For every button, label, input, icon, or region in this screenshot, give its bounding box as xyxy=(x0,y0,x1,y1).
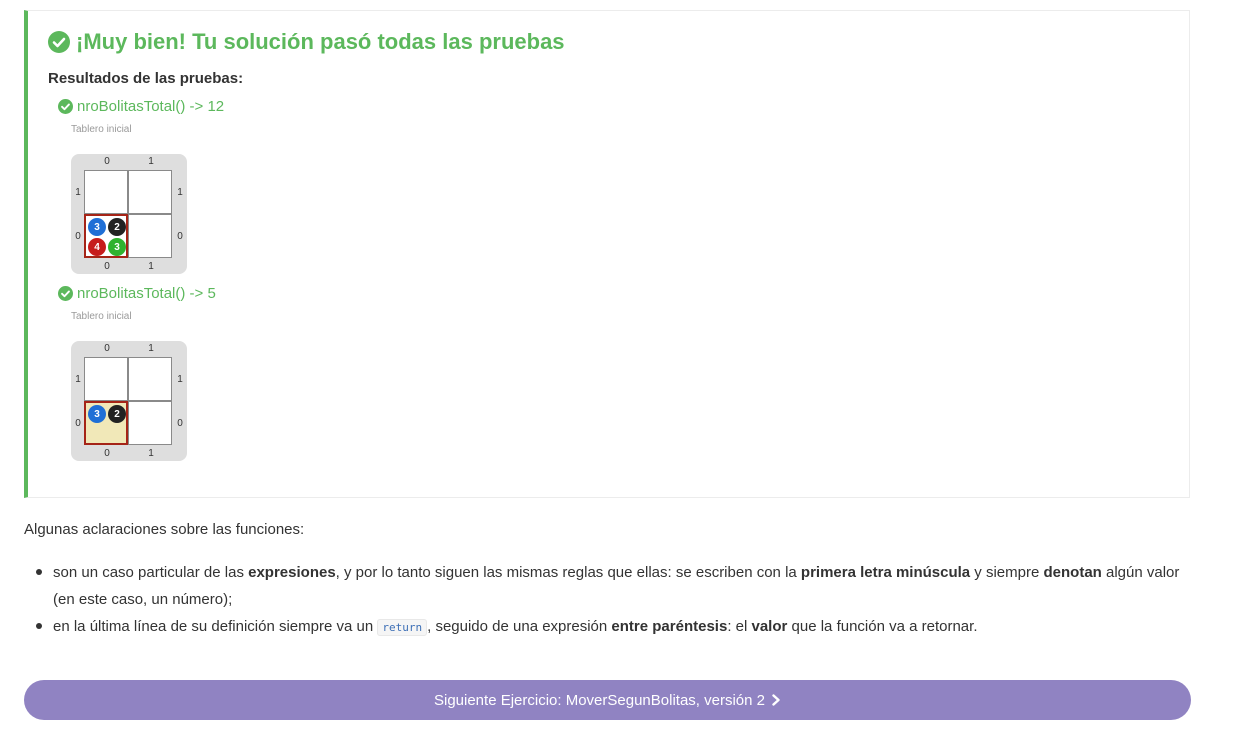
test-result-2: nroBolitasTotal() -> 5 Tablero inicial 0… xyxy=(58,283,216,461)
column-label: 0 xyxy=(104,261,110,272)
test-header: nroBolitasTotal() -> 5 xyxy=(58,283,216,303)
column-label: 0 xyxy=(104,448,110,459)
board-cell xyxy=(128,401,172,445)
note-bold: valor xyxy=(751,618,788,635)
note-text: : el xyxy=(727,618,752,635)
board-grid: 3 2 xyxy=(84,357,172,445)
head-cell: 3 2 xyxy=(84,401,128,445)
note-bold: expresiones xyxy=(248,564,336,581)
column-label: 1 xyxy=(148,448,154,459)
head-cell: 3 2 4 3 xyxy=(84,214,128,258)
red-ball: 4 xyxy=(88,238,106,256)
board-caption: Tablero inicial xyxy=(71,311,132,322)
column-label: 0 xyxy=(104,156,110,167)
test-label: nroBolitasTotal() -> 5 xyxy=(77,284,216,302)
row-label: 0 xyxy=(75,231,81,242)
note-text: que la función va a retornar. xyxy=(787,618,978,635)
next-exercise-label: Siguiente Ejercicio: MoverSegunBolitas, … xyxy=(433,691,765,709)
board-cell xyxy=(128,357,172,401)
success-title-text: ¡Muy bien! Tu solución pasó todas las pr… xyxy=(76,29,565,54)
note-text: son un caso particular de las xyxy=(53,564,249,581)
test-result-1: nroBolitasTotal() -> 12 Tablero inicial … xyxy=(58,96,224,274)
note-bold: denotan xyxy=(1043,564,1102,581)
column-label: 0 xyxy=(104,343,110,354)
chevron-right-icon xyxy=(772,694,780,706)
note-bold: entre paréntesis xyxy=(611,618,728,635)
notes-list: son un caso particular de las expresione… xyxy=(24,559,1194,641)
blue-ball: 3 xyxy=(88,405,106,423)
board-cell xyxy=(84,170,128,214)
black-ball: 2 xyxy=(108,405,126,423)
row-label: 0 xyxy=(177,418,183,429)
column-label: 1 xyxy=(148,156,154,167)
success-title: ¡Muy bien! Tu solución pasó todas las pr… xyxy=(48,29,565,55)
column-label: 1 xyxy=(148,343,154,354)
test-results-panel: ¡Muy bien! Tu solución pasó todas las pr… xyxy=(24,10,1190,498)
check-circle-icon xyxy=(58,285,73,301)
blue-ball: 3 xyxy=(88,218,106,236)
board-grid: 3 2 4 3 xyxy=(84,170,172,258)
results-label: Resultados de las pruebas: xyxy=(48,70,244,87)
board-cell xyxy=(128,170,172,214)
board-cell xyxy=(84,357,128,401)
check-circle-icon xyxy=(48,31,70,53)
row-label: 0 xyxy=(75,418,81,429)
row-label: 1 xyxy=(75,374,81,385)
black-ball: 2 xyxy=(108,218,126,236)
row-label: 1 xyxy=(75,187,81,198)
note-text: y siempre xyxy=(970,564,1044,581)
test-header: nroBolitasTotal() -> 12 xyxy=(58,96,224,116)
board-cell xyxy=(128,214,172,258)
board: 0 1 0 1 1 0 1 0 3 2 xyxy=(71,341,187,461)
list-item: son un caso particular de las expresione… xyxy=(36,559,1194,613)
board: 0 1 0 1 1 0 1 0 3 2 4 3 xyxy=(71,154,187,274)
row-label: 1 xyxy=(177,374,183,385)
note-text: , y por lo tanto siguen las mismas regla… xyxy=(335,564,801,581)
board-caption: Tablero inicial xyxy=(71,124,132,135)
check-circle-icon xyxy=(58,98,73,114)
row-label: 1 xyxy=(177,187,183,198)
note-bold: primera letra minúscula xyxy=(800,564,971,581)
next-exercise-button[interactable]: Siguiente Ejercicio: MoverSegunBolitas, … xyxy=(24,680,1191,720)
row-label: 0 xyxy=(177,231,183,242)
note-text: en la última línea de su definición siem… xyxy=(53,618,378,635)
column-label: 1 xyxy=(148,261,154,272)
notes-intro: Algunas aclaraciones sobre las funciones… xyxy=(24,521,305,538)
test-label: nroBolitasTotal() -> 12 xyxy=(77,97,225,115)
note-text: , seguido de una expresión xyxy=(427,618,612,635)
list-item: en la última línea de su definición siem… xyxy=(36,613,1194,641)
code-snippet: return xyxy=(377,619,428,636)
green-ball: 3 xyxy=(108,238,126,256)
